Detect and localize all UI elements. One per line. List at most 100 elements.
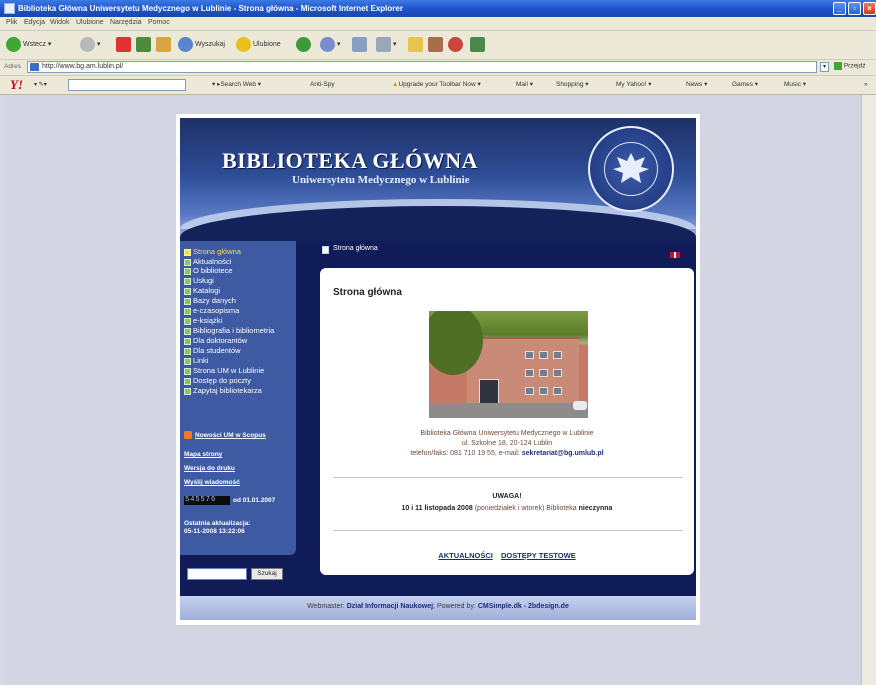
yahoo-antispy-button[interactable]: Anti-Spy (310, 79, 335, 91)
star-icon (236, 36, 251, 52)
nav-dostep-do-poczty[interactable]: Dostęp do poczty (184, 376, 251, 385)
nav-strona-glowna[interactable]: Strona główna (184, 247, 241, 256)
stop-button[interactable] (116, 36, 133, 53)
email-link[interactable]: sekretariat@bg.umlub.pl (522, 450, 604, 457)
webmaster-link[interactable]: Dział Informacji Naukowej (347, 603, 433, 610)
site-title[interactable]: BIBLIOTEKA GŁÓWNA (222, 148, 478, 174)
menu-view[interactable]: Widok (50, 19, 69, 26)
yahoo-upgrade-button[interactable]: ▲Upgrade your Toolbar Now ▾ (392, 79, 481, 91)
nav-dla-doktorantow[interactable]: Dla doktorantów (184, 336, 247, 345)
research-button[interactable] (428, 36, 445, 53)
home-button[interactable] (156, 36, 173, 53)
bullet-icon (184, 337, 191, 345)
bullet-icon (184, 377, 191, 385)
search-icon (178, 36, 193, 52)
edit-button[interactable]: ▾ (376, 36, 397, 53)
aktualnosci-link[interactable]: AKTUALNOŚCI (438, 551, 493, 560)
window-title-bar: Biblioteka Główna Uniwersytetu Medyczneg… (0, 0, 876, 17)
nav-dla-studentow[interactable]: Dla studentów (184, 346, 241, 355)
yahoo-mail-button[interactable]: Mail ▾ (516, 79, 533, 91)
nav-uslugi[interactable]: Usługi (184, 276, 214, 285)
research-icon (428, 36, 443, 52)
bullet-icon (184, 367, 191, 375)
nav-strona-um[interactable]: Strona UM w Lublinie (184, 366, 264, 375)
mail-button[interactable]: ▾ (320, 36, 341, 53)
close-button[interactable]: × (863, 2, 876, 15)
minimize-button[interactable]: _ (833, 2, 846, 15)
menu-edit[interactable]: Edycja (24, 19, 45, 26)
yahoo-music-button[interactable]: Music ▾ (784, 79, 806, 91)
tools-button[interactable] (470, 36, 487, 53)
print-version-link[interactable]: Wersja do druku (184, 465, 235, 472)
dostepy-testowe-link[interactable]: DOSTĘPY TESTOWE (501, 551, 576, 560)
nav-bazy-danych[interactable]: Bazy danych (184, 296, 236, 305)
bullet-icon (184, 317, 191, 325)
yahoo-search-input[interactable] (68, 79, 186, 91)
refresh-button[interactable] (136, 36, 153, 53)
sitemap-link[interactable]: Mapa strony (184, 451, 222, 458)
search-button[interactable]: Wyszukaj (178, 36, 225, 53)
address-bar: Adres http://www.bg.am.lublin.pl/ ▾ Prze… (0, 60, 876, 76)
nav-aktualnosci[interactable]: Aktualności (184, 257, 231, 266)
go-arrow-icon (834, 62, 842, 70)
address-dropdown-icon[interactable]: ▾ (820, 62, 829, 72)
scopus-news-link[interactable]: Nowości UM w Scopus (195, 432, 266, 439)
address-input[interactable]: http://www.bg.am.lublin.pl/ (27, 61, 817, 73)
yahoo-search-web-button[interactable]: ▾ ▸Search Web ▾ (212, 79, 261, 91)
history-button[interactable] (296, 36, 313, 53)
yahoo-news-button[interactable]: News ▾ (686, 79, 707, 91)
rss-icon[interactable] (184, 431, 192, 439)
home-icon (156, 36, 171, 52)
messenger-button[interactable] (448, 36, 465, 53)
bullet-icon (184, 297, 191, 305)
site-search-input[interactable] (187, 568, 247, 580)
go-button[interactable]: Przejdź (834, 62, 866, 70)
vertical-scrollbar[interactable] (861, 95, 876, 685)
menu-favorites[interactable]: Ulubione (76, 19, 104, 26)
nav-bibliografia[interactable]: Bibliografia i bibliometria (184, 326, 274, 335)
send-message-link[interactable]: Wyślij wiadomość (184, 479, 240, 486)
window-title: Biblioteka Główna Uniwersytetu Medyczneg… (18, 4, 403, 13)
standard-toolbar: Wstecz ▾ ▾ Wyszukaj Ulubione ▾ ▾ (0, 31, 876, 60)
yahoo-shopping-button[interactable]: Shopping ▾ (556, 79, 589, 91)
nav-o-bibliotece[interactable]: O bibliotece (184, 266, 233, 275)
messenger-icon (448, 36, 463, 52)
cms-link[interactable]: CMSimple.dk - 2bdesign.de (478, 603, 569, 610)
library-address: ul. Szkolne 18, 20-124 Lublin (461, 440, 553, 447)
favorites-button[interactable]: Ulubione (236, 36, 281, 53)
menu-bar: Plik Edycja Widok Ulubione Narzędzia Pom… (0, 17, 876, 31)
window (525, 369, 534, 377)
footer-text: Webmaster: Dział Informacji Naukowej; Po… (307, 603, 569, 610)
english-flag-icon[interactable] (670, 252, 680, 258)
breadcrumb: Strona główna (333, 245, 378, 252)
yahoo-logo[interactable]: Y! (10, 77, 23, 93)
bullet-icon (184, 387, 191, 395)
nav-e-ksiazki[interactable]: e-książki (184, 316, 222, 325)
menu-file[interactable]: Plik (6, 19, 17, 26)
print-button[interactable] (352, 36, 369, 53)
folder-button[interactable] (408, 36, 425, 53)
yahoo-my-yahoo-button[interactable]: My Yahoo! ▾ (616, 79, 652, 91)
yahoo-dropdown[interactable]: ▾ ✎▾ (34, 81, 47, 88)
bullet-icon (184, 277, 191, 285)
maximize-button[interactable]: ▫ (848, 2, 861, 15)
nav-zapytaj-bibliotekarza[interactable]: Zapytaj bibliotekarza (184, 386, 262, 395)
forward-button[interactable]: ▾ (80, 36, 101, 53)
nav-linki[interactable]: Linki (184, 356, 208, 365)
site-search-button[interactable]: Szukaj (251, 568, 283, 580)
menu-help[interactable]: Pomoc (148, 19, 170, 26)
menu-tools[interactable]: Narzędzia (110, 19, 142, 26)
last-update: Ostatnia aktualizacja: 05-11-2008 13:22:0… (184, 520, 251, 535)
back-button[interactable]: Wstecz ▾ (6, 36, 51, 53)
yahoo-games-button[interactable]: Games ▾ (732, 79, 758, 91)
page-title: Strona główna (333, 287, 402, 298)
yahoo-more-button[interactable]: » (864, 79, 868, 91)
nav-e-czasopisma[interactable]: e-czasopisma (184, 306, 239, 315)
building (467, 337, 579, 411)
edit-icon (376, 36, 391, 52)
window (553, 387, 562, 395)
window (525, 387, 534, 395)
yahoo-toolbar: Y! ▾ ✎▾ ▾ ▸Search Web ▾ Anti-Spy ▲Upgrad… (0, 76, 876, 95)
nav-katalogi[interactable]: Katalogi (184, 286, 220, 295)
address-label: Adres (4, 63, 21, 70)
